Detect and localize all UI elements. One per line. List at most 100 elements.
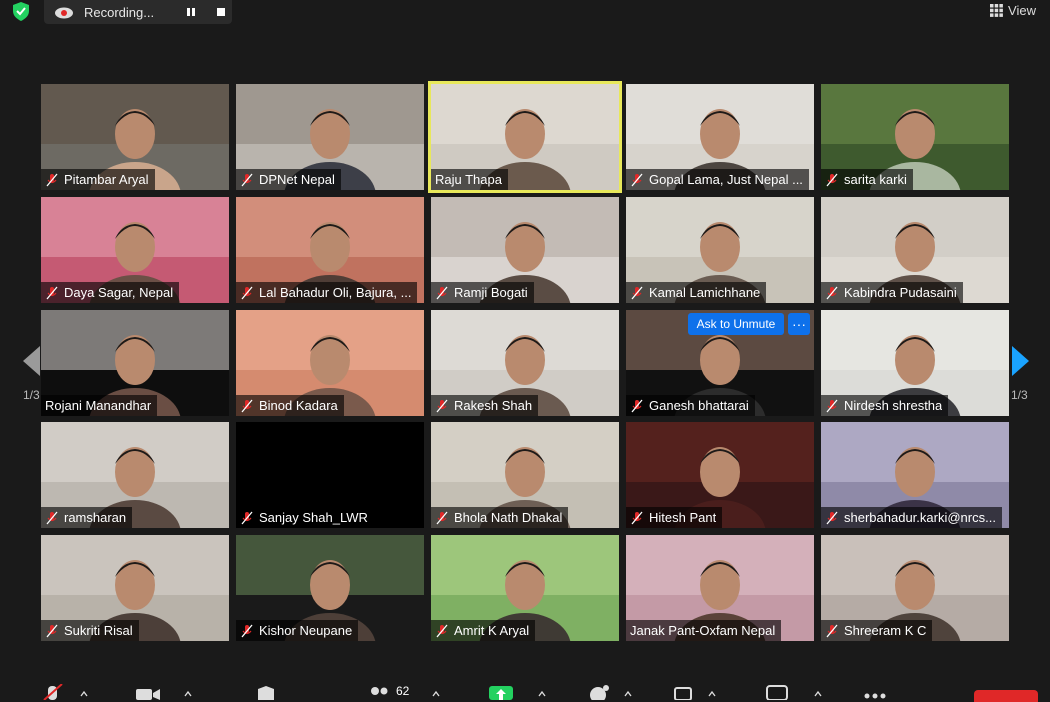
participant-tile[interactable]: Amrit K Aryal — [431, 535, 619, 641]
mic-muted-icon — [631, 399, 643, 412]
participants-icon[interactable] — [366, 684, 392, 700]
view-button[interactable]: View — [990, 3, 1036, 18]
chat-chevron-icon[interactable] — [624, 690, 632, 698]
mic-muted-icon — [436, 624, 448, 637]
participant-nameplate: Lal Bahadur Oli, Bajura, ... — [236, 282, 418, 303]
participant-tile[interactable]: Nirdesh shrestha — [821, 310, 1009, 416]
participant-tile[interactable]: Rakesh Shah — [431, 310, 619, 416]
participant-name: Kamal Lamichhane — [649, 285, 761, 300]
participant-tile[interactable]: Binod Kadara — [236, 310, 424, 416]
participant-tile[interactable]: Raju Thapa — [428, 81, 622, 193]
participant-name: Rojani Manandhar — [45, 398, 152, 413]
participant-tile[interactable]: sarita karki — [821, 84, 1009, 190]
participant-name: Shreeram K C — [844, 623, 927, 638]
participant-tile[interactable]: Kamal Lamichhane — [626, 197, 814, 303]
mic-muted-icon — [46, 624, 58, 637]
participant-nameplate: Ganesh bhattarai — [626, 395, 755, 416]
next-page-arrow-icon[interactable] — [1010, 344, 1032, 378]
mic-muted-icon — [46, 286, 58, 299]
video-camera-icon[interactable] — [134, 684, 162, 700]
share-screen-icon[interactable] — [488, 684, 514, 700]
participant-name: Binod Kadara — [259, 398, 338, 413]
mic-muted-icon — [46, 173, 58, 186]
mic-muted-icon — [826, 511, 838, 524]
mic-muted-icon — [241, 173, 253, 186]
share-options-chevron-icon[interactable] — [538, 690, 546, 698]
mute-microphone-icon[interactable] — [40, 684, 66, 700]
participant-nameplate: Pitambar Aryal — [41, 169, 155, 190]
participant-name: Pitambar Aryal — [64, 172, 149, 187]
participant-nameplate: Kamal Lamichhane — [626, 282, 767, 303]
stop-recording-button[interactable] — [214, 5, 228, 19]
participant-tile[interactable]: Kabindra Pudasaini — [821, 197, 1009, 303]
participant-tile[interactable]: Janak Pant-Oxfam Nepal — [626, 535, 814, 641]
previous-page-arrow-icon[interactable] — [20, 344, 42, 378]
reactions-icon[interactable] — [764, 684, 790, 700]
mic-muted-icon — [631, 173, 643, 186]
participant-nameplate: Raju Thapa — [431, 169, 508, 190]
participant-nameplate: Rojani Manandhar — [41, 395, 158, 416]
mic-muted-icon — [631, 286, 643, 299]
page-indicator-right: 1/3 — [1011, 388, 1028, 402]
participant-nameplate: sarita karki — [821, 169, 913, 190]
participant-nameplate: Hitesh Pant — [626, 507, 723, 528]
participant-name: Rakesh Shah — [454, 398, 533, 413]
participant-tile[interactable]: ramsharan — [41, 422, 229, 528]
participant-name: Ramji Bogati — [454, 285, 528, 300]
participants-chevron-icon[interactable] — [432, 690, 440, 698]
video-options-chevron-icon[interactable] — [184, 690, 192, 698]
participant-tile[interactable]: Pitambar Aryal — [41, 84, 229, 190]
view-label: View — [1008, 3, 1036, 18]
participant-name: Janak Pant-Oxfam Nepal — [630, 623, 776, 638]
mic-muted-icon — [436, 399, 448, 412]
participants-count: 62 — [396, 684, 410, 698]
mic-muted-icon — [46, 511, 58, 524]
reactions-chevron-icon[interactable] — [814, 690, 822, 698]
participant-nameplate: Gopal Lama, Just Nepal ... — [626, 169, 809, 190]
participant-nameplate: Janak Pant-Oxfam Nepal — [626, 620, 782, 641]
pause-recording-button[interactable] — [184, 5, 198, 19]
ask-to-unmute-button[interactable]: Ask to Unmute — [688, 313, 784, 335]
participant-name: Amrit K Aryal — [454, 623, 530, 638]
participant-tile[interactable]: Kishor Neupane — [236, 535, 424, 641]
participant-tile[interactable]: Sanjay Shah_LWR — [236, 422, 424, 528]
participant-nameplate: Daya Sagar, Nepal — [41, 282, 180, 303]
participant-tile[interactable]: Hitesh Pant — [626, 422, 814, 528]
participant-tile[interactable]: sherbahadur.karki@nrcs... — [821, 422, 1009, 528]
participant-tile[interactable]: Daya Sagar, Nepal — [41, 197, 229, 303]
security-icon[interactable] — [254, 684, 278, 700]
participant-name: Bhola Nath Dhakal — [454, 510, 563, 525]
record-icon[interactable] — [672, 684, 696, 700]
participant-nameplate: Sanjay Shah_LWR — [236, 507, 374, 528]
recording-indicator: Recording... — [44, 0, 232, 24]
mic-muted-icon — [241, 624, 253, 637]
more-icon[interactable] — [862, 684, 888, 700]
audio-options-chevron-icon[interactable] — [80, 690, 88, 698]
mic-muted-icon — [826, 624, 838, 637]
participant-nameplate: Kishor Neupane — [236, 620, 359, 641]
participant-name: Sukriti Risal — [64, 623, 133, 638]
participant-tile[interactable]: Gopal Lama, Just Nepal ... — [626, 84, 814, 190]
more-options-button[interactable]: ··· — [788, 313, 810, 335]
participant-name: ramsharan — [64, 510, 127, 525]
participant-tile[interactable]: Lal Bahadur Oli, Bajura, ... — [236, 197, 424, 303]
security-shield-icon[interactable] — [8, 0, 34, 22]
participant-nameplate: Nirdesh shrestha — [821, 395, 949, 416]
participant-tile[interactable]: Bhola Nath Dhakal — [431, 422, 619, 528]
participant-tile[interactable]: Shreeram K C — [821, 535, 1009, 641]
mic-muted-icon — [631, 511, 643, 524]
end-meeting-button[interactable] — [974, 690, 1038, 702]
participant-nameplate: Kabindra Pudasaini — [821, 282, 963, 303]
participant-tile[interactable]: Sukriti Risal — [41, 535, 229, 641]
record-chevron-icon[interactable] — [708, 690, 716, 698]
chat-icon[interactable] — [586, 684, 612, 700]
participant-name: Ganesh bhattarai — [649, 398, 749, 413]
cloud-recording-icon — [55, 7, 73, 19]
participant-tile[interactable]: Rojani Manandhar — [41, 310, 229, 416]
participant-tile[interactable]: DPNet Nepal — [236, 84, 424, 190]
participant-tile[interactable]: Ramji Bogati — [431, 197, 619, 303]
participant-name: Daya Sagar, Nepal — [64, 285, 174, 300]
participant-name: Kishor Neupane — [259, 623, 353, 638]
participant-name: Lal Bahadur Oli, Bajura, ... — [259, 285, 412, 300]
mic-muted-icon — [826, 173, 838, 186]
